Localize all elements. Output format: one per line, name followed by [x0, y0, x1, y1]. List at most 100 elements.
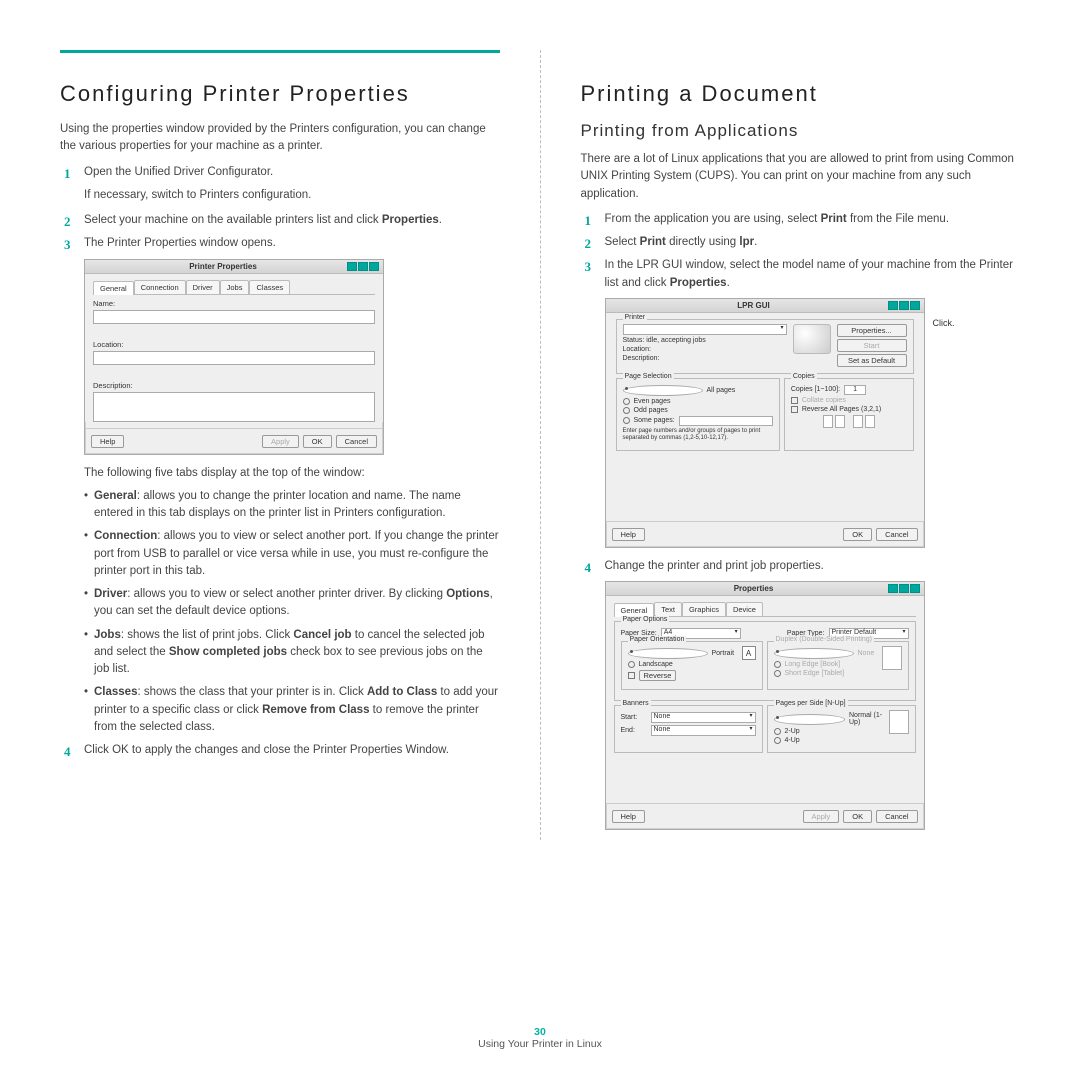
- tab-connection[interactable]: Connection: [134, 280, 186, 294]
- radio-short-edge[interactable]: [774, 670, 781, 677]
- printer-properties-window: Printer Properties General Connection Dr…: [84, 259, 384, 455]
- window-title: Properties: [620, 584, 888, 593]
- ok-button[interactable]: OK: [843, 810, 872, 823]
- name-field[interactable]: [93, 310, 375, 324]
- tabs-intro: The following five tabs display at the t…: [84, 465, 500, 482]
- minimize-icon[interactable]: [358, 262, 368, 271]
- apply-button[interactable]: Apply: [803, 810, 840, 823]
- bullet-connection: Connection: allows you to view or select…: [84, 528, 500, 580]
- set-default-button[interactable]: Set as Default: [837, 354, 907, 367]
- step-2: Select your machine on the available pri…: [60, 212, 500, 229]
- nup-preview-icon: [889, 710, 909, 734]
- close-icon[interactable]: [910, 584, 920, 593]
- radio-4up[interactable]: [774, 737, 781, 744]
- cancel-button[interactable]: Cancel: [876, 810, 917, 823]
- accent-rule: [60, 50, 500, 53]
- steps-list: From the application you are using, sele…: [581, 211, 1021, 292]
- step-4: Click OK to apply the changes and close …: [60, 742, 500, 759]
- radio-even[interactable]: [623, 398, 630, 405]
- steps-list-cont: Select your machine on the available pri…: [60, 212, 500, 253]
- radio-some[interactable]: [623, 417, 630, 424]
- duplex-group: Duplex (Double-Sided Printing) None Long…: [767, 641, 909, 690]
- description-text: Description:: [623, 355, 787, 362]
- bullet-driver: Driver: allows you to view or select ano…: [84, 586, 500, 621]
- help-button[interactable]: Help: [612, 810, 645, 823]
- location-field[interactable]: [93, 351, 375, 365]
- copies-field[interactable]: 1: [844, 385, 866, 395]
- tab-general[interactable]: General: [614, 603, 655, 617]
- legend: Duplex (Double-Sided Printing): [774, 636, 875, 643]
- close-icon[interactable]: [910, 301, 920, 310]
- ok-button[interactable]: OK: [843, 528, 872, 541]
- tab-device[interactable]: Device: [726, 602, 763, 616]
- intro-text: Using the properties window provided by …: [60, 121, 500, 156]
- status-text: Status: idle, accepting jobs: [623, 337, 787, 344]
- radio-landscape[interactable]: [628, 661, 635, 668]
- help-icon[interactable]: [888, 584, 898, 593]
- reverse-check[interactable]: [791, 406, 798, 413]
- help-button[interactable]: Help: [612, 528, 645, 541]
- page-thumb-icon: [823, 415, 833, 428]
- step-text: Open the Unified Driver Configurator.: [84, 166, 273, 178]
- legend: Paper Options: [621, 616, 670, 623]
- minimize-icon[interactable]: [899, 584, 909, 593]
- collate-check[interactable]: [791, 397, 798, 404]
- ok-button[interactable]: OK: [303, 435, 332, 448]
- help-icon[interactable]: [888, 301, 898, 310]
- window-titlebar: Printer Properties: [85, 260, 383, 274]
- duplex-preview-icon: [882, 646, 902, 670]
- banner-end-select[interactable]: None: [651, 725, 756, 736]
- tab-driver[interactable]: Driver: [186, 280, 220, 294]
- radio-odd[interactable]: [623, 407, 630, 414]
- legend: Page Selection: [623, 373, 674, 380]
- radio-portrait[interactable]: [628, 648, 708, 659]
- tab-text[interactable]: Text: [654, 602, 682, 616]
- intro-text: There are a lot of Linux applications th…: [581, 151, 1021, 203]
- bullet-jobs: Jobs: shows the list of print jobs. Clic…: [84, 627, 500, 679]
- tab-graphics[interactable]: Graphics: [682, 602, 726, 616]
- banner-start-select[interactable]: None: [651, 712, 756, 723]
- window-titlebar: LPR GUI: [606, 299, 924, 313]
- properties-button[interactable]: Properties...: [837, 324, 907, 337]
- legend: Paper Orientation: [628, 636, 687, 643]
- some-pages-field[interactable]: [679, 416, 773, 426]
- start-button[interactable]: Start: [837, 339, 907, 352]
- description-label: Description:: [93, 381, 375, 390]
- radio-all[interactable]: [623, 385, 703, 396]
- apply-button[interactable]: Apply: [262, 435, 299, 448]
- step-1: From the application you are using, sele…: [581, 211, 1021, 228]
- section-heading: Printing a Document: [581, 81, 1021, 107]
- button-row: Help Apply OK Cancel: [85, 428, 383, 454]
- page-thumb-icon: [835, 415, 845, 428]
- close-icon[interactable]: [369, 262, 379, 271]
- tabs-row: General Connection Driver Jobs Classes: [93, 278, 375, 295]
- minimize-icon[interactable]: [899, 301, 909, 310]
- orientation-preview-icon: A: [742, 646, 756, 660]
- tab-jobs[interactable]: Jobs: [220, 280, 250, 294]
- right-column: Printing a Document Printing from Applic…: [581, 50, 1021, 840]
- reverse-check[interactable]: [628, 672, 635, 679]
- step-3: The Printer Properties window opens.: [60, 235, 500, 252]
- banners-group: Banners Start:None End:None: [614, 705, 763, 753]
- printer-group: Printer Status: idle, accepting jobs Loc…: [616, 319, 914, 374]
- paper-options-group: Paper Options Paper Size: A4 Paper Type:…: [614, 621, 916, 701]
- tab-general[interactable]: General: [93, 281, 134, 295]
- tabs-bullets: General: allows you to change the printe…: [84, 488, 500, 736]
- cancel-button[interactable]: Cancel: [336, 435, 377, 448]
- legend: Printer: [623, 314, 648, 321]
- radio-2up[interactable]: [774, 728, 781, 735]
- step-1: Open the Unified Driver Configurator.: [60, 164, 500, 181]
- help-icon[interactable]: [347, 262, 357, 271]
- radio-long-edge[interactable]: [774, 661, 781, 668]
- radio-normal[interactable]: [774, 714, 846, 725]
- cancel-button[interactable]: Cancel: [876, 528, 917, 541]
- tab-classes[interactable]: Classes: [249, 280, 290, 294]
- steps-list: Open the Unified Driver Configurator.: [60, 164, 500, 181]
- radio-none[interactable]: [774, 648, 854, 659]
- location-text: Location:: [623, 346, 787, 353]
- description-field[interactable]: [93, 392, 375, 422]
- step-4: Change the printer and print job propert…: [581, 558, 1021, 575]
- legend: Pages per Side [N-Up]: [774, 700, 848, 707]
- printer-select[interactable]: [623, 324, 787, 335]
- help-button[interactable]: Help: [91, 435, 124, 448]
